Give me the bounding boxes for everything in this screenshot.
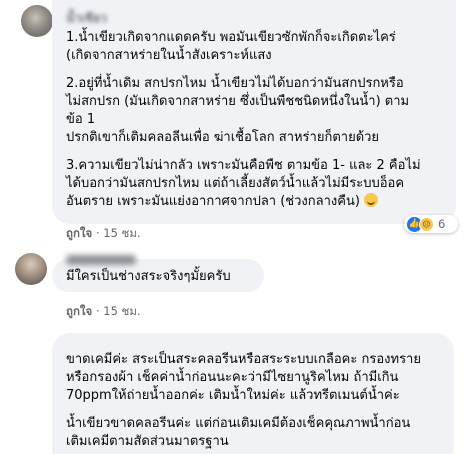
sad-face-icon: ☹ — [419, 216, 434, 232]
comment-text-line: 2.อยู่ที่น้ำเดิม สกปรกไหม น้ำเขียวไม่ได้… — [66, 76, 404, 91]
comment-text-line: ไม่สกปรก (มันเกิดจากสาหร่าย ซึ่งเป็นพืชช… — [66, 94, 410, 109]
author-name[interactable] — [66, 255, 136, 265]
comment-text-line: มีใครเป็นช่างสระจริงๆมั้ยครับ — [66, 269, 231, 284]
comment-text-line: ได้บอกว่ามันสกปรกไหม แต่ถ้าเลี้ยงสัตว์น้… — [66, 176, 405, 191]
avatar[interactable] — [21, 5, 53, 37]
comment-text-line: 3.ความเขียวไม่น่ากลัว เพราะมันคือพืช ตาม… — [66, 158, 421, 173]
author-name[interactable]: น้ำเขียว — [66, 9, 107, 28]
comment-text-line: น้ำเขียวขาดคลอรีนค่ะ แต่ก่อนเติมเคมีต้อง… — [66, 416, 411, 431]
like-button[interactable]: ถูกใจ — [66, 226, 92, 240]
avatar[interactable] — [15, 253, 47, 285]
comment-text-line: ขาดเคมีค่ะ สระเป็นสระคลอรีนหรือสระระบบเก… — [66, 352, 421, 367]
comment-text-line: ปรกติเขาก็เติมคลอลีนเพื่อ ฆ่าเชื้อโลก สา… — [66, 130, 380, 145]
comment-text-line: อันตราย เพราะมันแย่งอากาศจากปลา (ช่วงกลา… — [66, 193, 379, 211]
comment-text-line: เติมเคมีตามสัดส่วนมาตรฐาน — [66, 434, 229, 449]
separator: · — [95, 304, 100, 318]
timestamp[interactable]: 15 ชม. — [103, 304, 140, 318]
like-button[interactable]: ถูกใจ — [66, 304, 92, 318]
comment-text-line: ข้อ 1 — [66, 112, 96, 127]
timestamp[interactable]: 15 ชม. — [103, 226, 140, 240]
comment-actions: ถูกใจ · 15 ชม. — [66, 303, 141, 321]
reaction-summary[interactable]: 👍 ☹ 6 — [404, 215, 458, 233]
comment-text-span: อันตราย เพราะมันแย่งอากาศจากปลา (ช่วงกลา… — [66, 194, 360, 209]
separator: · — [95, 226, 100, 240]
comment-text-line: 70ppmให้ถ่ายน้ำออกค่ะ เติมน้ำใหม่ค่ะ แล้… — [66, 388, 400, 403]
reaction-count: 6 — [438, 217, 446, 231]
comment-actions: ถูกใจ · 15 ชม. — [66, 225, 141, 243]
comment-text-line: (เกิดจากสาหร่ายในน้ำสังเคราะห์แสง — [66, 48, 272, 63]
comment-text-line: 1.น้ำเขียวเกิดจากแดดครับ พอมันเขียวซักพั… — [66, 30, 396, 45]
grinning-emoji-icon — [364, 193, 379, 207]
comment-text-line: หรือกรองผ้า เช็คค่าน้ำก่อนนะคะว่ามีไซยาน… — [66, 370, 399, 385]
